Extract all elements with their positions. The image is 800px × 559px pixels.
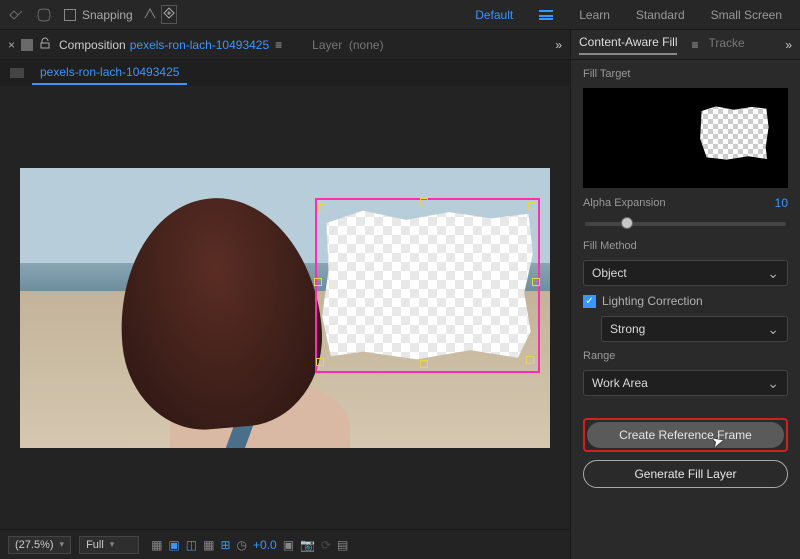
mask-toggle-icon[interactable]: ▣ <box>168 538 179 552</box>
alpha-expansion-slider[interactable] <box>585 222 786 226</box>
panel-expand-icon[interactable]: » <box>555 38 562 52</box>
tab-active[interactable]: pexels-ron-lach-10493425 <box>32 61 187 85</box>
viewer-footer-icons: ▦ ▣ ◫ ▦ ⊞ ◷ +0.0 ▣ 📷 ⟳ ▤ <box>151 538 348 552</box>
refresh-icon[interactable]: ⟳ <box>321 538 331 552</box>
guides-icon[interactable]: ⊞ <box>220 538 230 552</box>
fill-method-label: Fill Method <box>583 240 788 252</box>
unlock-icon[interactable] <box>39 37 51 52</box>
snapping-toggle[interactable]: Snapping <box>64 5 177 24</box>
fill-target-preview <box>583 88 788 188</box>
roto-tool-icon[interactable] <box>36 7 52 23</box>
workspace-menu-icon[interactable] <box>539 10 553 20</box>
puppet-tool-icon[interactable] <box>8 7 24 23</box>
resolution-dropdown[interactable]: Full <box>79 536 139 554</box>
transparency-grid-icon[interactable]: ▦ <box>151 538 162 552</box>
right-panel-tabs: Content-Aware Fill ≡ Tracke » <box>571 30 800 60</box>
composition-pane: × Composition pexels-ron-lach-10493425 ≡… <box>0 30 570 559</box>
range-label: Range <box>583 350 788 362</box>
clock-icon[interactable]: ◷ <box>237 538 247 552</box>
range-dropdown[interactable]: Work Area <box>583 370 788 396</box>
fill-target-label: Fill Target <box>583 68 788 80</box>
content-aware-fill-panel: Content-Aware Fill ≡ Tracke » Fill Targe… <box>570 30 800 559</box>
panel-menu-icon[interactable]: ≡ <box>691 38 698 52</box>
generate-fill-layer-button[interactable]: Generate Fill Layer <box>583 460 788 488</box>
snap-grid-icon[interactable] <box>161 5 177 24</box>
snapping-label: Snapping <box>82 8 133 22</box>
panel-expand-icon[interactable]: » <box>785 38 792 52</box>
mask-handle[interactable] <box>316 358 324 366</box>
composition-viewer[interactable] <box>0 86 570 529</box>
lighting-correction-label: Lighting Correction <box>602 294 703 308</box>
top-toolbar: Snapping Default Learn Standard Small Sc… <box>0 0 800 30</box>
fill-method-dropdown[interactable]: Object <box>583 260 788 286</box>
viewer-canvas <box>20 168 550 448</box>
workspace-switcher: Default Learn Standard Small Screen <box>475 8 792 22</box>
exposure-value[interactable]: +0.0 <box>253 538 277 552</box>
alpha-expansion-label: Alpha Expansion <box>583 197 666 209</box>
mask-handle[interactable] <box>528 202 536 210</box>
mask-handle[interactable] <box>318 204 326 212</box>
mask-handle[interactable] <box>420 360 428 368</box>
workspace-default[interactable]: Default <box>475 8 513 22</box>
workspace-learn[interactable]: Learn <box>579 8 610 22</box>
snap-option-icon[interactable] <box>143 6 157 23</box>
lighting-strength-dropdown[interactable]: Strong <box>601 316 788 342</box>
layer-value: (none) <box>349 38 384 52</box>
region-of-interest-box[interactable] <box>315 198 540 373</box>
create-reference-frame-highlight: Create Reference Frame ➤ <box>583 418 788 452</box>
slider-thumb[interactable] <box>621 217 633 229</box>
checkbox-checked-icon[interactable]: ✓ <box>583 295 596 308</box>
tab-content-aware-fill[interactable]: Content-Aware Fill <box>579 35 677 55</box>
workspace-standard[interactable]: Standard <box>636 8 685 22</box>
composition-tabs: pexels-ron-lach-10493425 <box>0 60 570 86</box>
layer-label: Layer <box>312 38 342 52</box>
lighting-correction-toggle[interactable]: ✓ Lighting Correction <box>583 294 788 308</box>
alpha-expansion-value[interactable]: 10 <box>775 196 788 210</box>
panel-color-chip <box>21 39 33 51</box>
fill-target-shape <box>698 104 770 162</box>
viewer-footer: (27.5%) Full ▦ ▣ ◫ ▦ ⊞ ◷ +0.0 ▣ 📷 ⟳ ▤ <box>0 529 570 559</box>
composition-name-link[interactable]: pexels-ron-lach-10493425 <box>130 38 269 52</box>
composition-panel-header: × Composition pexels-ron-lach-10493425 ≡… <box>0 30 570 60</box>
tab-tracker[interactable]: Tracke <box>709 36 745 54</box>
zoom-dropdown[interactable]: (27.5%) <box>8 536 71 554</box>
mask-handle[interactable] <box>420 198 428 206</box>
workspace-small-screen[interactable]: Small Screen <box>711 8 782 22</box>
snapshot-icon[interactable]: ▣ <box>283 538 294 552</box>
mask-handle[interactable] <box>526 356 534 364</box>
snapping-checkbox[interactable] <box>64 9 76 21</box>
mask-handle[interactable] <box>532 278 540 286</box>
settings-icon[interactable]: ▤ <box>337 538 348 552</box>
close-icon[interactable]: × <box>8 38 15 52</box>
roi-toggle-icon[interactable]: ◫ <box>186 538 197 552</box>
panel-menu-icon[interactable]: ≡ <box>275 38 282 52</box>
composition-title: Composition <box>59 38 126 52</box>
create-reference-frame-button[interactable]: Create Reference Frame ➤ <box>587 422 784 448</box>
grid-icon[interactable]: ▦ <box>203 538 214 552</box>
camera-icon[interactable]: 📷 <box>300 538 315 552</box>
mask-handle[interactable] <box>314 278 322 286</box>
comp-flow-icon[interactable] <box>10 68 24 78</box>
